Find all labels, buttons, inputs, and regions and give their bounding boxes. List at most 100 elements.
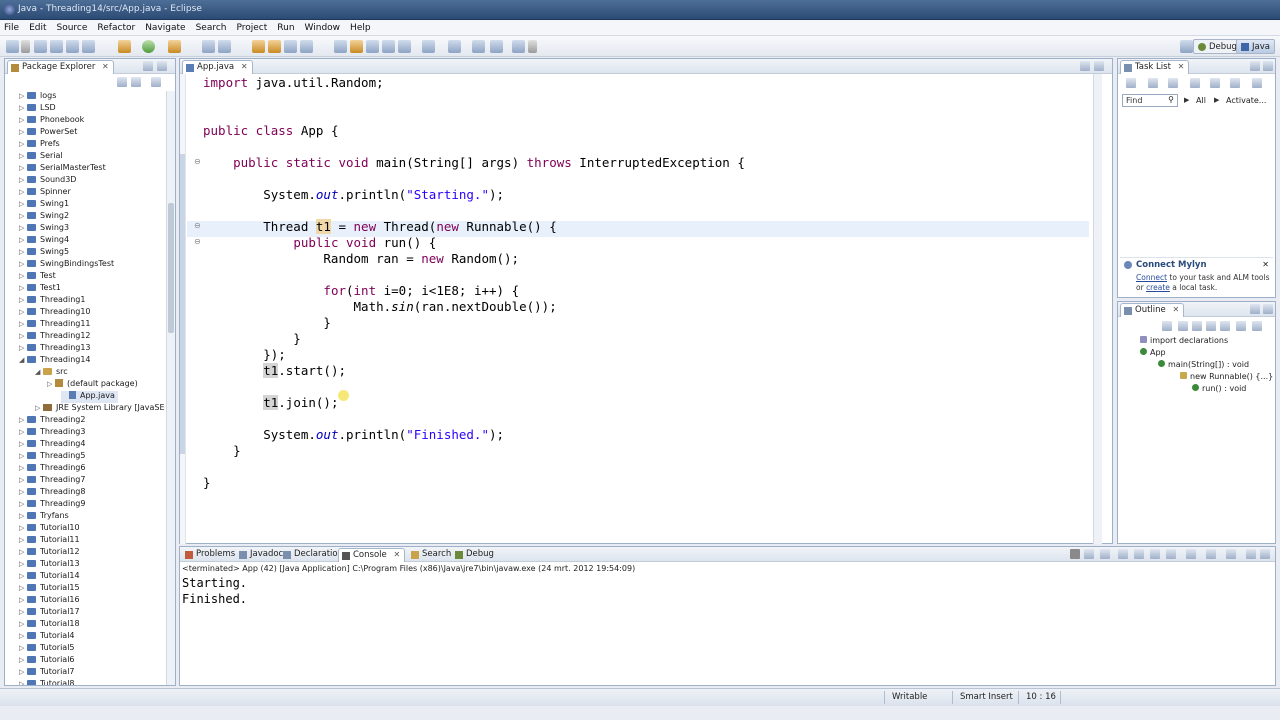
collapsed-twisty-icon[interactable]: ▷ <box>19 236 27 244</box>
package-tree-item[interactable]: ▷ Threading3 <box>19 427 85 439</box>
package-tree-item[interactable]: ▷ Swing5 <box>19 247 69 259</box>
collapsed-twisty-icon[interactable]: ▷ <box>19 452 27 460</box>
collapse-all-icon[interactable] <box>1178 321 1188 331</box>
maximize-icon[interactable] <box>157 61 167 71</box>
package-tree-item[interactable]: ▷ Tutorial18 <box>19 619 80 631</box>
hide-fields-icon[interactable] <box>1206 321 1216 331</box>
tab-problems[interactable]: Problems <box>182 548 239 562</box>
collapsed-twisty-icon[interactable]: ▷ <box>19 416 27 424</box>
package-tree-item[interactable]: ▷ Tutorial12 <box>19 547 80 559</box>
menu-help[interactable]: Help <box>350 23 371 33</box>
collapsed-twisty-icon[interactable]: ▷ <box>19 488 27 496</box>
focus-icon[interactable] <box>1190 78 1200 88</box>
package-tree-item[interactable]: ▷ Sound3D <box>19 175 76 187</box>
focus-icon[interactable] <box>1162 321 1172 331</box>
filter-icon[interactable] <box>1168 78 1178 88</box>
tab-package-explorer[interactable]: Package Explorer ✕ <box>7 60 114 74</box>
close-icon[interactable]: ✕ <box>1262 260 1269 269</box>
collapsed-twisty-icon[interactable]: ▷ <box>19 164 27 172</box>
last-edit-icon[interactable] <box>472 40 485 53</box>
menu-project[interactable]: Project <box>236 23 267 33</box>
package-tree-item[interactable]: ▷ PowerSet <box>19 127 77 139</box>
collapsed-twisty-icon[interactable]: ▷ <box>19 296 27 304</box>
forward-dropdown-icon[interactable] <box>528 40 537 53</box>
package-tree-item[interactable]: ▷ Threading7 <box>19 475 85 487</box>
expanded-twisty-icon[interactable]: ◢ <box>19 356 27 364</box>
close-icon[interactable]: ✕ <box>1178 62 1185 71</box>
collapsed-twisty-icon[interactable]: ▷ <box>19 596 27 604</box>
view-menu-icon[interactable] <box>1226 549 1236 559</box>
fold-main-icon[interactable]: ⊖ <box>194 157 201 166</box>
collapsed-twisty-icon[interactable]: ▷ <box>19 332 27 340</box>
minimize-icon[interactable] <box>1250 61 1260 71</box>
new-package-icon[interactable] <box>218 40 231 53</box>
show-whitespace-icon[interactable] <box>382 40 395 53</box>
collapsed-twisty-icon[interactable]: ▷ <box>19 224 27 232</box>
editor-scrollbar[interactable] <box>1093 74 1102 544</box>
tab-search[interactable]: Search <box>408 548 455 562</box>
tab-app-java[interactable]: App.java ✕ <box>182 60 253 74</box>
collapsed-twisty-icon[interactable]: ▷ <box>19 308 27 316</box>
clear-console-icon[interactable] <box>1118 549 1128 559</box>
menu-source[interactable]: Source <box>57 23 88 33</box>
outline-item-run[interactable]: run() : void <box>1192 384 1246 393</box>
view-menu-icon[interactable] <box>1252 78 1262 88</box>
menu-refactor[interactable]: Refactor <box>97 23 135 33</box>
mark-occurrences-icon[interactable] <box>350 40 363 53</box>
minimize-icon[interactable] <box>1250 304 1260 314</box>
scroll-lock-icon[interactable] <box>1134 549 1144 559</box>
package-tree-item[interactable]: ▷ Threading1 <box>19 295 85 307</box>
new-icon[interactable] <box>6 40 19 53</box>
package-tree-item[interactable]: ▷ Prefs <box>19 139 60 151</box>
outline-item-runnable[interactable]: new Runnable() {...} <box>1180 372 1273 381</box>
collapsed-twisty-icon[interactable]: ▷ <box>19 140 27 148</box>
package-tree-item[interactable]: ▷ Spinner <box>19 187 71 199</box>
new-task-icon[interactable] <box>1126 78 1136 88</box>
package-tree-item[interactable]: ▷ Tutorial7 <box>19 667 75 679</box>
terminate-icon[interactable] <box>1070 549 1080 559</box>
package-tree-item[interactable]: ▷ Tutorial15 <box>19 583 80 595</box>
annotation-icon[interactable] <box>334 40 347 53</box>
prev-annotation-icon[interactable] <box>448 40 461 53</box>
package-tree-item[interactable]: ▷ Swing3 <box>19 223 69 235</box>
menu-run[interactable]: Run <box>277 23 294 33</box>
package-tree-item[interactable]: ▷ Threading13 <box>19 343 91 355</box>
collapsed-twisty-icon[interactable]: ▷ <box>19 548 27 556</box>
outline-item-imports[interactable]: import declarations <box>1140 336 1228 345</box>
create-link[interactable]: create <box>1146 283 1170 292</box>
maximize-icon[interactable] <box>1094 61 1104 71</box>
package-tree-item[interactable]: ▷ Tutorial4 <box>19 631 75 643</box>
collapsed-twisty-icon[interactable]: ▷ <box>19 440 27 448</box>
external-tools-icon[interactable] <box>168 40 181 53</box>
package-tree-item[interactable]: ▷ SerialMasterTest <box>19 163 106 175</box>
print-icon[interactable] <box>50 40 63 53</box>
package-tree-item[interactable]: ◢ Threading14 <box>19 355 91 367</box>
collapsed-twisty-icon[interactable]: ▷ <box>19 680 27 685</box>
collapsed-twisty-icon[interactable]: ▷ <box>19 128 27 136</box>
activate-link[interactable]: Activate... <box>1226 96 1266 105</box>
expanded-twisty-icon[interactable]: ◢ <box>35 368 43 376</box>
search-icon[interactable] <box>284 40 297 53</box>
collapsed-twisty-icon[interactable]: ▷ <box>19 212 27 220</box>
pin-console-icon[interactable] <box>1150 549 1160 559</box>
package-tree-item[interactable]: ▷ logs <box>19 91 56 103</box>
format-icon[interactable] <box>398 40 411 53</box>
block-selection-icon[interactable] <box>366 40 379 53</box>
package-tree-item[interactable]: ▷ Phonebook <box>19 115 84 127</box>
package-tree-item[interactable]: ▷ Tutorial8 <box>19 679 75 685</box>
outline-item-main[interactable]: main(String[]) : void <box>1158 360 1249 369</box>
find-field[interactable]: Find ⚲ <box>1122 94 1178 107</box>
collapsed-twisty-icon[interactable]: ▷ <box>19 320 27 328</box>
collapsed-twisty-icon[interactable]: ▷ <box>19 608 27 616</box>
collapsed-twisty-icon[interactable]: ▷ <box>19 92 27 100</box>
package-tree-item[interactable]: ▷ Test <box>19 271 56 283</box>
package-tree-item[interactable]: ▷ Tutorial14 <box>19 571 80 583</box>
package-tree-item[interactable]: ▷ Threading8 <box>19 487 85 499</box>
link-editor-icon[interactable] <box>131 77 141 87</box>
package-tree-item[interactable]: ◢ src <box>35 367 68 379</box>
pen-icon[interactable] <box>300 40 313 53</box>
hide-nonpublic-icon[interactable] <box>1236 321 1246 331</box>
package-tree-item[interactable]: ▷ Threading6 <box>19 463 85 475</box>
outline-item-app[interactable]: App <box>1140 348 1166 357</box>
open-type-icon[interactable] <box>252 40 265 53</box>
